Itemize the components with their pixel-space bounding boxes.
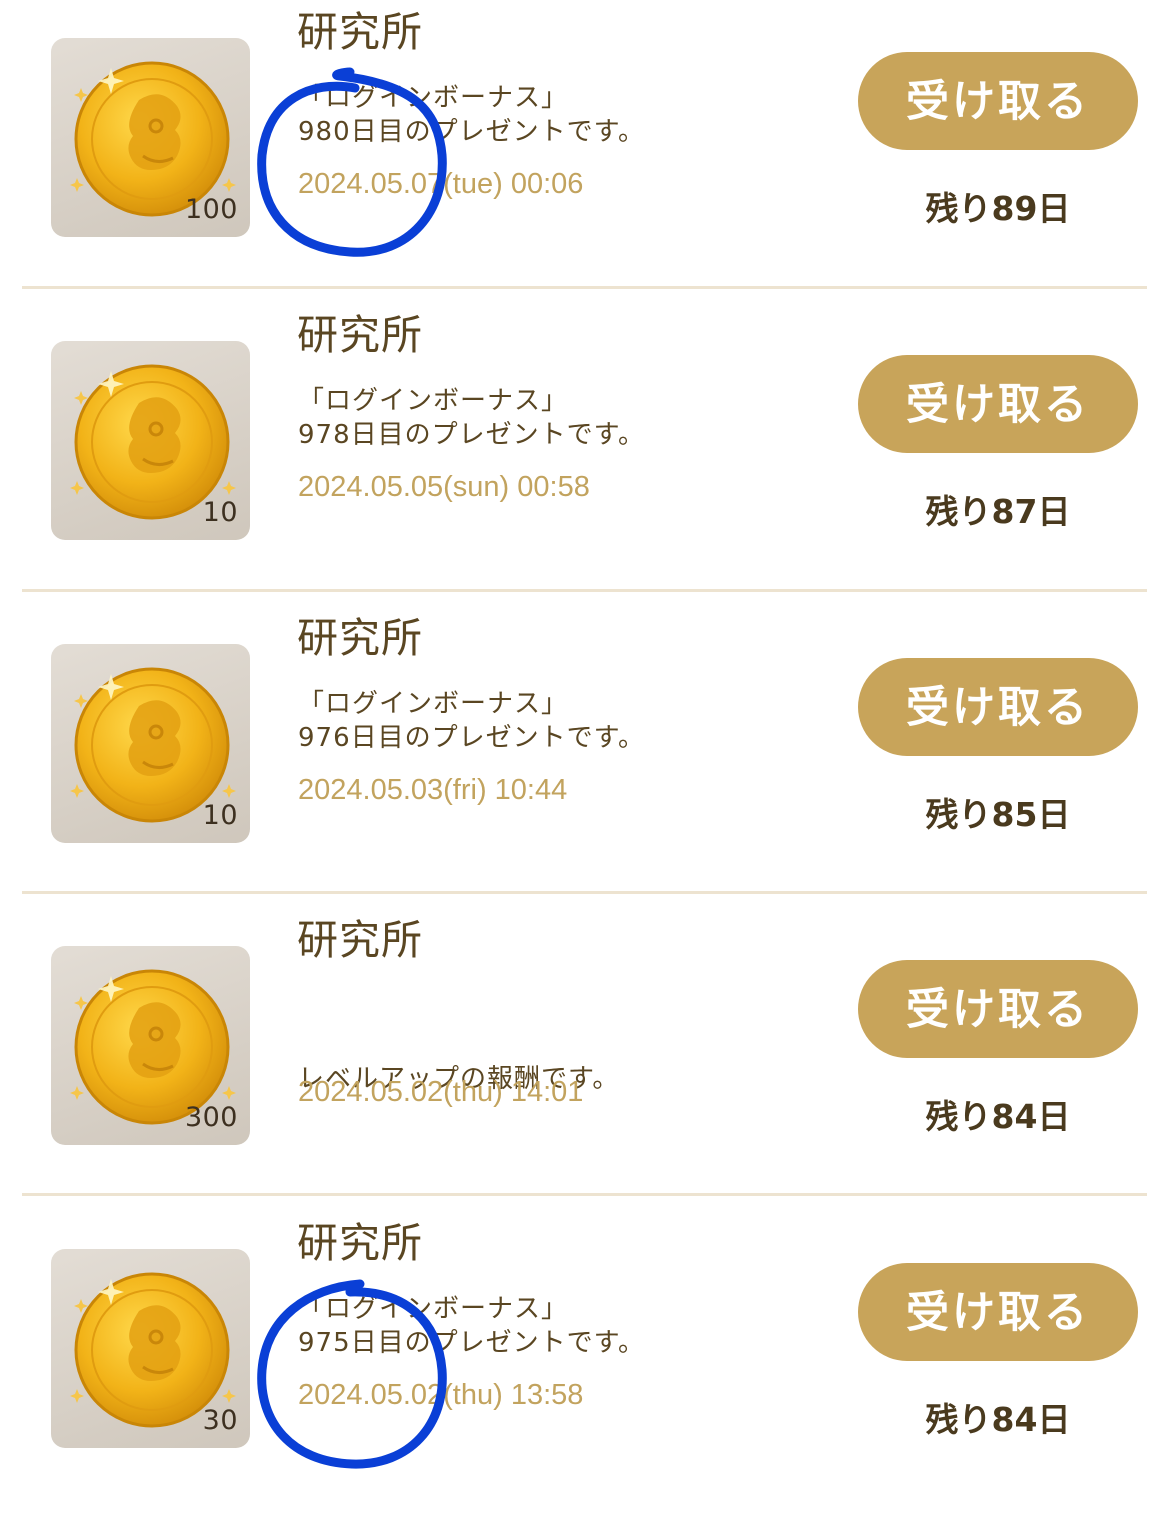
gold-coin-thumbnail: 30 (51, 1249, 250, 1448)
gold-coin-thumbnail: 300 (51, 946, 250, 1145)
present-item: 100 研究所 「ログインボーナス」 980日目のプレゼントです。 2024.0… (0, 0, 1170, 302)
item-quantity: 30 (202, 1405, 238, 1436)
present-date: 2024.05.02(thu) 14:01 (298, 1076, 584, 1108)
item-quantity: 100 (184, 194, 238, 225)
gold-coin-thumbnail: 10 (51, 644, 250, 843)
gold-coin-thumbnail: 100 (51, 38, 250, 237)
sender-name: 研究所 (297, 614, 423, 662)
divider (22, 589, 1147, 592)
remaining-days: 残り84日 (925, 1097, 1071, 1136)
receive-button[interactable]: 受け取る (858, 52, 1138, 150)
remaining-days: 残り85日 (925, 795, 1071, 834)
receive-button[interactable]: 受け取る (858, 658, 1138, 756)
present-item: 300 研究所 レベルアップの報酬です。 2024.05.02(thu) 14:… (0, 908, 1170, 1210)
divider (22, 286, 1147, 289)
divider (22, 1193, 1147, 1196)
present-date: 2024.05.05(sun) 00:58 (298, 471, 590, 503)
present-date: 2024.05.02(thu) 13:58 (298, 1379, 584, 1411)
present-date: 2024.05.07(tue) 00:06 (298, 168, 584, 200)
remaining-days: 残り84日 (925, 1400, 1071, 1439)
sender-name: 研究所 (297, 311, 423, 359)
present-date: 2024.05.03(fri) 10:44 (298, 774, 568, 806)
item-quantity: 300 (184, 1102, 238, 1133)
present-message: 「ログインボーナス」 975日目のプレゼントです。 (298, 1294, 646, 1358)
present-message: 「ログインボーナス」 978日目のプレゼントです。 (298, 386, 646, 450)
present-item: 10 研究所 「ログインボーナス」 976日目のプレゼントです。 2024.05… (0, 606, 1170, 908)
present-item: 30 研究所 「ログインボーナス」 975日目のプレゼントです。 2024.05… (0, 1211, 1170, 1513)
remaining-days: 残り89日 (925, 189, 1071, 228)
receive-button[interactable]: 受け取る (858, 355, 1138, 453)
divider (22, 891, 1147, 894)
sender-name: 研究所 (297, 1219, 423, 1267)
present-message: 「ログインボーナス」 976日目のプレゼントです。 (298, 689, 646, 753)
present-item: 10 研究所 「ログインボーナス」 978日目のプレゼントです。 2024.05… (0, 303, 1170, 605)
receive-button[interactable]: 受け取る (858, 1263, 1138, 1361)
sender-name: 研究所 (297, 8, 423, 56)
remaining-days: 残り87日 (925, 492, 1071, 531)
gold-coin-thumbnail: 10 (51, 341, 250, 540)
receive-button[interactable]: 受け取る (858, 960, 1138, 1058)
item-quantity: 10 (202, 497, 238, 528)
sender-name: 研究所 (297, 916, 423, 964)
item-quantity: 10 (202, 800, 238, 831)
present-message: 「ログインボーナス」 980日目のプレゼントです。 (298, 83, 646, 147)
